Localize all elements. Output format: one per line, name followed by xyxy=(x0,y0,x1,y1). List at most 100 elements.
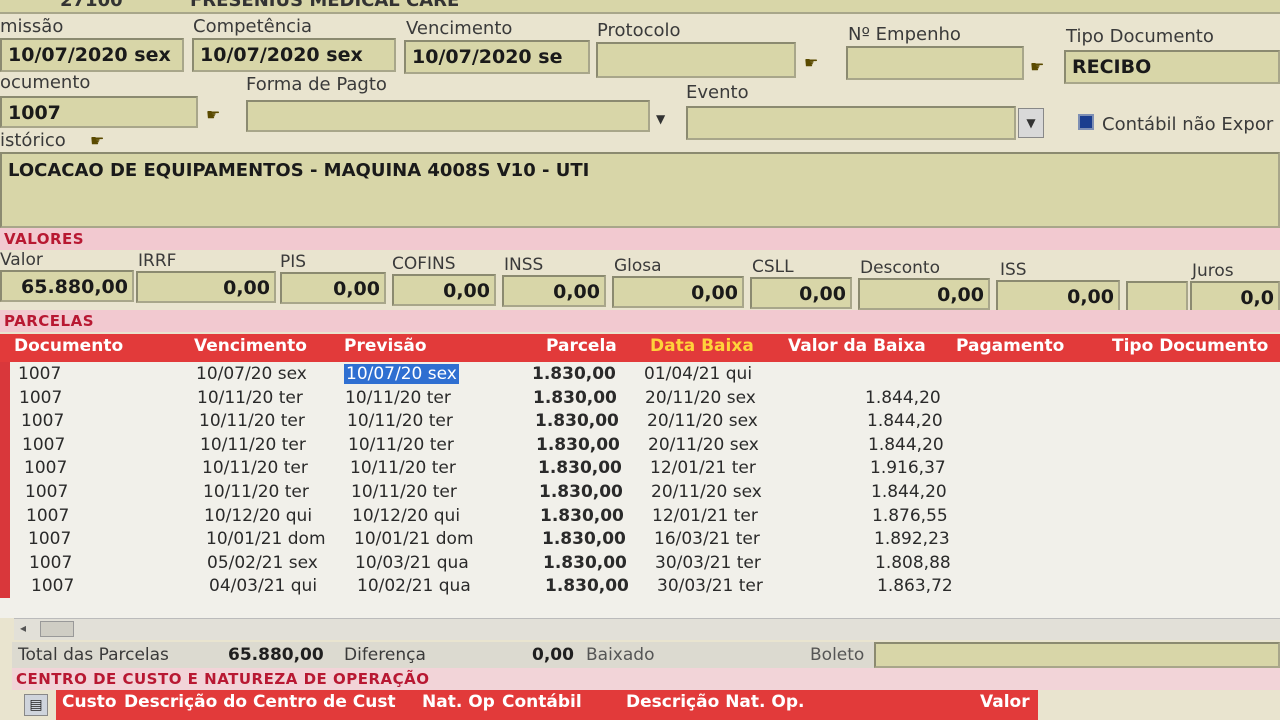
cell-parcela[interactable]: 1.830,00 xyxy=(543,553,627,573)
cell-valor-baixa[interactable]: 1.808,88 xyxy=(875,553,951,573)
cell-vencimento[interactable]: 10/11/20 ter xyxy=(199,411,305,431)
scroll-left-icon[interactable]: ◂ xyxy=(20,621,26,635)
cell-documento[interactable]: 1007 xyxy=(24,458,67,478)
valores-field[interactable]: 0,00 xyxy=(502,275,606,307)
col-vencimento[interactable]: Vencimento xyxy=(194,336,307,356)
valores-field[interactable]: 0,00 xyxy=(612,276,744,308)
cell-valor-baixa[interactable]: 1.916,37 xyxy=(870,458,946,478)
empenho-lookup-icon[interactable]: ☛ xyxy=(1030,58,1054,76)
evento-dropdown-icon[interactable]: ▼ xyxy=(1018,108,1044,138)
cell-previsao[interactable]: 10/01/21 dom xyxy=(354,529,474,549)
historico-lookup-icon[interactable]: ☛ xyxy=(90,132,114,150)
cell-data-baixa[interactable]: 16/03/21 ter xyxy=(654,529,760,549)
cell-parcela[interactable]: 1.830,00 xyxy=(532,364,616,384)
boleto-field[interactable] xyxy=(874,642,1280,668)
cell-parcela[interactable]: 1.830,00 xyxy=(540,506,624,526)
protocolo-field[interactable] xyxy=(596,42,796,78)
cell-documento[interactable]: 1007 xyxy=(26,506,69,526)
cell-data-baixa[interactable]: 20/11/20 sex xyxy=(647,411,758,431)
cell-previsao[interactable]: 10/03/21 qua xyxy=(355,553,469,573)
centro-col-valor[interactable]: Valor xyxy=(980,692,1030,712)
centro-col-descricao-centro[interactable]: Descrição do Centro de Cust xyxy=(124,692,396,712)
cell-vencimento[interactable]: 10/11/20 ter xyxy=(202,458,308,478)
cell-valor-baixa[interactable]: 1.876,55 xyxy=(872,506,948,526)
valores-field[interactable]: 0,0 xyxy=(1190,281,1280,313)
vencimento-field[interactable]: 10/07/2020 se xyxy=(404,40,590,74)
cell-previsao[interactable]: 10/02/21 qua xyxy=(357,576,471,596)
table-row[interactable]: 1007 10/07/20 sex 10/07/20 sex 1.830,00 01/0… xyxy=(0,362,1280,386)
cell-previsao[interactable]: 10/11/20 ter xyxy=(345,388,451,408)
cell-previsao[interactable]: 10/07/20 sex xyxy=(344,364,459,384)
cell-parcela[interactable]: 1.830,00 xyxy=(545,576,629,596)
cell-valor-baixa[interactable]: 1.892,23 xyxy=(874,529,950,549)
valores-field[interactable]: 0,00 xyxy=(392,274,496,306)
col-parcela[interactable]: Parcela xyxy=(546,336,617,356)
documento-lookup-icon[interactable]: ☛ xyxy=(206,106,230,124)
valores-field[interactable]: 0,00 xyxy=(280,272,386,304)
cell-documento[interactable]: 1007 xyxy=(28,529,71,549)
parcelas-horizontal-scrollbar[interactable]: ◂ xyxy=(14,618,1280,640)
col-pagamento[interactable]: Pagamento xyxy=(956,336,1064,356)
cell-vencimento[interactable]: 10/01/21 dom xyxy=(206,529,326,549)
cell-documento[interactable]: 1007 xyxy=(31,576,74,596)
col-previsao[interactable]: Previsão xyxy=(344,336,427,356)
centro-col-custo[interactable]: Custo xyxy=(62,692,117,712)
centro-col-contabil[interactable]: Contábil xyxy=(502,692,582,712)
scroll-thumb[interactable] xyxy=(40,621,74,637)
cell-data-baixa[interactable]: 20/11/20 sex xyxy=(648,435,759,455)
cell-previsao[interactable]: 10/11/20 ter xyxy=(348,435,454,455)
cell-data-baixa[interactable]: 12/01/21 ter xyxy=(650,458,756,478)
cell-documento[interactable]: 1007 xyxy=(19,388,62,408)
table-row[interactable]: 1007 10/11/20 ter 10/11/20 ter 1.830,00 20/1… xyxy=(0,433,1280,457)
table-row[interactable]: 1007 10/11/20 ter 10/11/20 ter 1.830,00 12/0… xyxy=(0,456,1280,480)
table-row[interactable]: 1007 10/11/20 ter 10/11/20 ter 1.830,00 20/1… xyxy=(0,480,1280,504)
cell-valor-baixa[interactable]: 1.844,20 xyxy=(868,435,944,455)
cell-data-baixa[interactable]: 30/03/21 ter xyxy=(655,553,761,573)
centro-col-nat-op[interactable]: Nat. Op xyxy=(422,692,495,712)
col-tipo-documento[interactable]: Tipo Documento xyxy=(1112,336,1268,356)
cell-parcela[interactable]: 1.830,00 xyxy=(538,458,622,478)
table-row[interactable]: 1007 10/01/21 dom 10/01/21 dom 1.830,00 16/0… xyxy=(0,527,1280,551)
historico-field[interactable]: LOCACAO DE EQUIPAMENTOS - MAQUINA 4008S … xyxy=(0,152,1280,228)
tipo-documento-field[interactable]: RECIBO xyxy=(1064,50,1280,84)
cell-documento[interactable]: 1007 xyxy=(21,411,64,431)
table-row[interactable]: 1007 04/03/21 qui 10/02/21 qua 1.830,00 30/0… xyxy=(0,574,1280,598)
cell-data-baixa[interactable]: 30/03/21 ter xyxy=(657,576,763,596)
cell-documento[interactable]: 1007 xyxy=(18,364,61,384)
table-row[interactable]: 1007 05/02/21 sex 10/03/21 qua 1.830,00 30/0… xyxy=(0,551,1280,575)
table-row[interactable]: 1007 10/11/20 ter 10/11/20 ter 1.830,00 20/1… xyxy=(0,386,1280,410)
cell-parcela[interactable]: 1.830,00 xyxy=(542,529,626,549)
col-data-baixa[interactable]: Data Baixa xyxy=(650,336,754,356)
contabil-checkbox[interactable] xyxy=(1078,114,1094,130)
cell-data-baixa[interactable]: 01/04/21 qui xyxy=(644,364,752,384)
cell-documento[interactable]: 1007 xyxy=(22,435,65,455)
cell-previsao[interactable]: 10/11/20 ter xyxy=(350,458,456,478)
cell-previsao[interactable]: 10/11/20 ter xyxy=(347,411,453,431)
table-row[interactable]: 1007 10/11/20 ter 10/11/20 ter 1.830,00 20/1… xyxy=(0,409,1280,433)
cell-parcela[interactable]: 1.830,00 xyxy=(535,411,619,431)
cell-data-baixa[interactable]: 20/11/20 sex xyxy=(645,388,756,408)
cell-vencimento[interactable]: 10/11/20 ter xyxy=(197,388,303,408)
documento-field[interactable]: 1007 xyxy=(0,96,198,128)
cell-valor-baixa[interactable]: 1.844,20 xyxy=(867,411,943,431)
forma-pagto-select[interactable] xyxy=(246,100,650,132)
protocolo-lookup-icon[interactable]: ☛ xyxy=(804,54,828,72)
cell-valor-baixa[interactable]: 1.844,20 xyxy=(871,482,947,502)
centro-col-descricao-nat-op[interactable]: Descrição Nat. Op. xyxy=(626,692,804,712)
valores-field[interactable]: 0,00 xyxy=(750,277,852,309)
col-valor-baixa[interactable]: Valor da Baixa xyxy=(788,336,926,356)
cell-vencimento[interactable]: 10/12/20 qui xyxy=(204,506,312,526)
forma-pagto-dropdown-icon[interactable]: ▼ xyxy=(656,112,665,126)
cell-data-baixa[interactable]: 12/01/21 ter xyxy=(652,506,758,526)
evento-select[interactable] xyxy=(686,106,1016,140)
centro-grid-icon[interactable]: ▤ xyxy=(24,694,48,716)
valores-field[interactable]: 0,00 xyxy=(136,271,276,303)
cell-documento[interactable]: 1007 xyxy=(25,482,68,502)
competencia-field[interactable]: 10/07/2020 sex xyxy=(192,38,396,72)
cell-vencimento[interactable]: 10/11/20 ter xyxy=(203,482,309,502)
valores-field[interactable]: 0,00 xyxy=(996,280,1120,312)
valores-blank-field[interactable] xyxy=(1126,281,1188,313)
cell-vencimento[interactable]: 04/03/21 qui xyxy=(209,576,317,596)
cell-documento[interactable]: 1007 xyxy=(29,553,72,573)
cell-parcela[interactable]: 1.830,00 xyxy=(539,482,623,502)
